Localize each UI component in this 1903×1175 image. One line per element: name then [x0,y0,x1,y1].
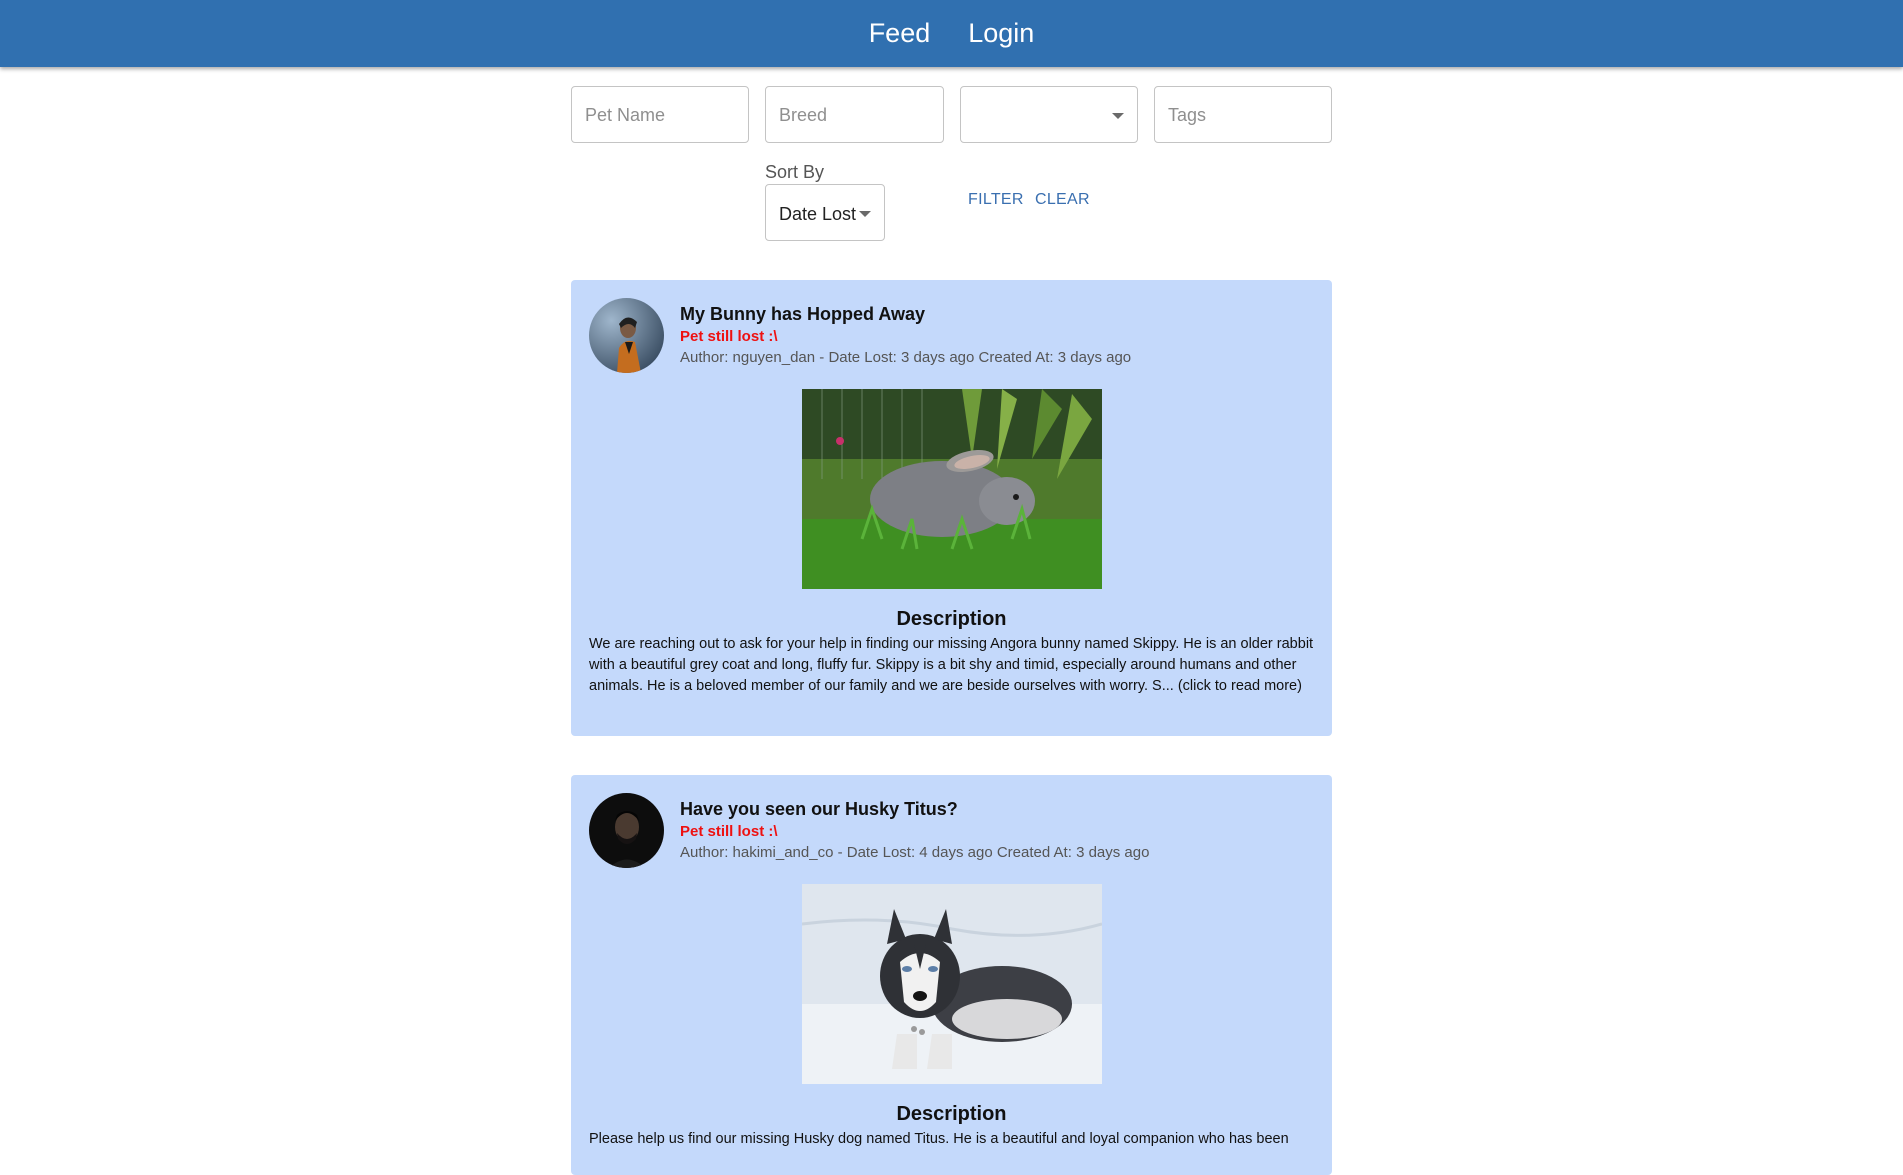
chevron-down-icon [1112,113,1124,119]
chevron-down-icon [859,211,871,217]
author-avatar[interactable] [589,298,664,373]
clear-button[interactable]: CLEAR [1035,191,1090,211]
filter-button[interactable]: FILTER [968,191,1024,211]
pet-type-select[interactable] [960,86,1138,143]
breed-placeholder: Breed [779,105,828,125]
description-heading: Description [896,1103,1007,1125]
sort-by-select[interactable]: Date Lost [765,184,885,241]
post-status: Pet still lost :\ [680,823,778,840]
top-navbar: Feed Login [0,0,1903,67]
sort-by-label: Sort By [765,162,825,182]
pet-name-placeholder: Pet Name [585,105,666,125]
post-title[interactable]: Have you seen our Husky Titus? [680,799,958,820]
pet-photo[interactable] [802,389,1102,589]
pet-name-input[interactable]: Pet Name [571,86,749,143]
post-description[interactable]: We are reaching out to ask for your help… [589,634,1314,697]
nav-feed-link[interactable]: Feed [869,18,931,49]
post-status: Pet still lost :\ [680,328,778,345]
description-heading: Description [896,608,1007,630]
post-meta: Author: nguyen_dan - Date Lost: 3 days a… [680,349,1132,366]
tags-placeholder: Tags [1168,105,1207,125]
post-card[interactable]: My Bunny has Hopped Away Pet still lost … [571,280,1332,736]
breed-input[interactable]: Breed [765,86,944,143]
author-avatar[interactable] [589,793,664,868]
post-card[interactable]: Have you seen our Husky Titus? Pet still… [571,775,1332,1175]
post-description[interactable]: Please help us find our missing Husky do… [589,1129,1314,1150]
tags-input[interactable]: Tags [1154,86,1332,143]
post-meta: Author: hakimi_and_co - Date Lost: 4 day… [680,844,1150,861]
nav-login-link[interactable]: Login [968,18,1034,49]
post-title[interactable]: My Bunny has Hopped Away [680,304,925,325]
sort-by-value: Date Lost [779,204,857,224]
pet-photo[interactable] [802,884,1102,1084]
